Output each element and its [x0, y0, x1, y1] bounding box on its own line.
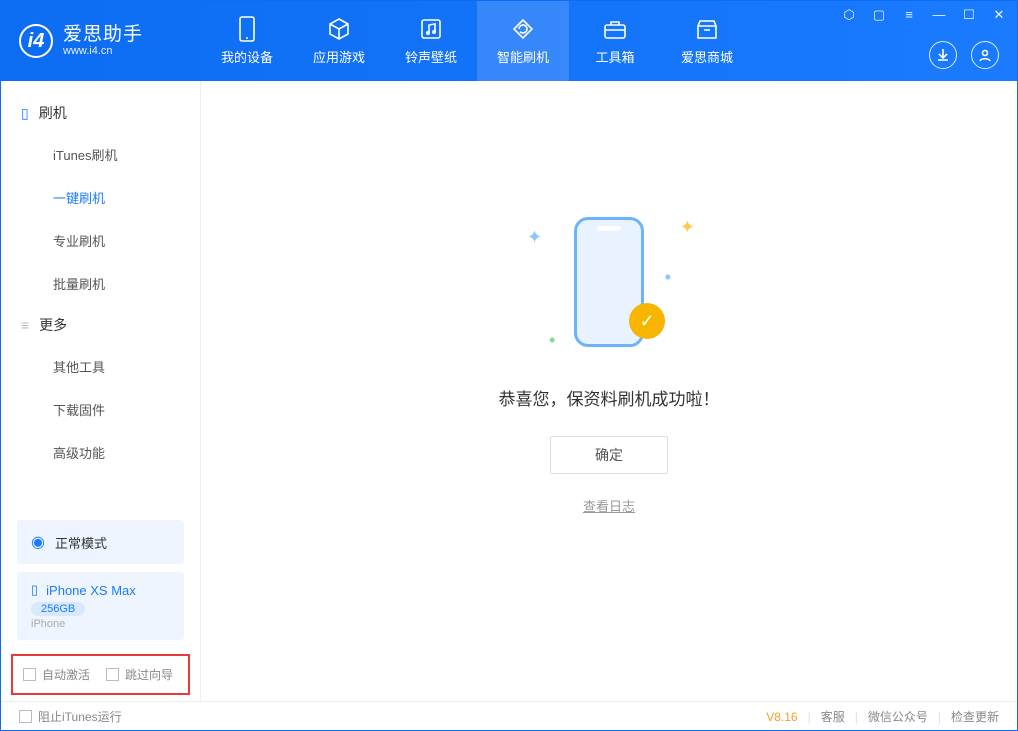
nav-my-device[interactable]: 我的设备 [201, 1, 293, 81]
sidebar-item-pro-flash[interactable]: 专业刷机 [1, 219, 200, 262]
window-controls: ⬡ ▢ ≡ — ☐ ✕ [841, 7, 1007, 23]
nav-label: 我的设备 [221, 47, 273, 66]
app-logo: i4 爱思助手 www.i4.cn [1, 24, 201, 58]
view-log-link[interactable]: 查看日志 [583, 496, 635, 515]
nav-label: 工具箱 [595, 47, 634, 66]
device-icon: ▯ [31, 582, 38, 598]
toolbox-icon [603, 17, 627, 41]
nav-toolbox[interactable]: 工具箱 [569, 1, 661, 81]
status-link-wechat[interactable]: 微信公众号 [868, 708, 928, 725]
success-message: 恭喜您，保资料刷机成功啦！ [499, 385, 720, 410]
sidebar-item-oneclick-flash[interactable]: 一键刷机 [1, 176, 200, 219]
main-content: ✦ ✦ • • ✓ 恭喜您，保资料刷机成功啦！ 确定 查看日志 [201, 81, 1017, 701]
sidebar-item-itunes-flash[interactable]: iTunes刷机 [1, 133, 200, 176]
version-label: V8.16 [766, 710, 797, 724]
header-actions [929, 41, 999, 69]
sparkle-icon: ✦ [527, 227, 542, 248]
checkbox-skip-guide[interactable]: 跳过向导 [106, 666, 173, 683]
sparkle-icon: ✦ [680, 217, 695, 238]
nav-label: 爱思商城 [681, 47, 733, 66]
sidebar-item-batch-flash[interactable]: 批量刷机 [1, 262, 200, 305]
sidebar-item-other-tools[interactable]: 其他工具 [1, 345, 200, 388]
cube-icon [327, 17, 351, 41]
download-button[interactable] [929, 41, 957, 69]
minimize-button[interactable]: — [931, 7, 947, 23]
group-label: 刷机 [39, 103, 67, 123]
sidebar-group-flash: ▯ 刷机 [1, 93, 200, 133]
nav-store[interactable]: 爱思商城 [661, 1, 753, 81]
nav-label: 铃声壁纸 [405, 47, 457, 66]
sparkle-icon: • [549, 330, 555, 351]
app-header: i4 爱思助手 www.i4.cn 我的设备 应用游戏 铃声壁纸 智能刷机 工具… [1, 1, 1017, 81]
app-name: 爱思助手 [63, 25, 143, 46]
device-name: iPhone XS Max [46, 583, 136, 598]
app-body: ▯ 刷机 iTunes刷机 一键刷机 专业刷机 批量刷机 ≡ 更多 其他工具 下… [1, 81, 1017, 701]
nav-apps-games[interactable]: 应用游戏 [293, 1, 385, 81]
nav-label: 应用游戏 [313, 47, 365, 66]
sidebar: ▯ 刷机 iTunes刷机 一键刷机 专业刷机 批量刷机 ≡ 更多 其他工具 下… [1, 81, 201, 701]
logo-icon: i4 [19, 24, 53, 58]
list-icon: ≡ [21, 317, 29, 333]
feedback-icon[interactable]: ▢ [871, 7, 887, 23]
nav-label: 智能刷机 [497, 47, 549, 66]
status-link-support[interactable]: 客服 [821, 708, 845, 725]
checkbox-block-itunes[interactable]: 阻止iTunes运行 [19, 708, 122, 725]
device-type: iPhone [31, 618, 170, 630]
device-icon [235, 17, 259, 41]
sparkle-icon: • [665, 267, 671, 288]
status-bar: 阻止iTunes运行 V8.16 | 客服 | 微信公众号 | 检查更新 [1, 701, 1017, 731]
sidebar-item-advanced[interactable]: 高级功能 [1, 431, 200, 474]
success-illustration: ✦ ✦ • • ✓ [509, 207, 709, 357]
device-mode-card[interactable]: ◉ 正常模式 [17, 520, 184, 564]
device-card[interactable]: ▯ iPhone XS Max 256GB iPhone [17, 572, 184, 640]
sidebar-item-download-firmware[interactable]: 下载固件 [1, 388, 200, 431]
check-badge-icon: ✓ [629, 303, 665, 339]
top-nav: 我的设备 应用游戏 铃声壁纸 智能刷机 工具箱 爱思商城 [201, 1, 753, 81]
maximize-button[interactable]: ☐ [961, 7, 977, 23]
app-url: www.i4.cn [63, 45, 143, 57]
flash-options-row: 自动激活 跳过向导 [11, 654, 190, 695]
skin-icon[interactable]: ⬡ [841, 7, 857, 23]
refresh-icon [511, 17, 535, 41]
nav-ringtone-wallpaper[interactable]: 铃声壁纸 [385, 1, 477, 81]
status-link-update[interactable]: 检查更新 [951, 708, 999, 725]
sidebar-group-more: ≡ 更多 [1, 305, 200, 345]
mode-icon: ◉ [31, 532, 45, 552]
close-button[interactable]: ✕ [991, 7, 1007, 23]
checkbox-auto-activate[interactable]: 自动激活 [23, 666, 90, 683]
store-icon [695, 17, 719, 41]
group-label: 更多 [39, 315, 67, 335]
music-note-icon [419, 17, 443, 41]
mode-label: 正常模式 [55, 533, 107, 552]
account-button[interactable] [971, 41, 999, 69]
device-capacity: 256GB [31, 602, 85, 616]
menu-icon[interactable]: ≡ [901, 7, 917, 23]
ok-button[interactable]: 确定 [550, 436, 668, 474]
nav-smart-flash[interactable]: 智能刷机 [477, 1, 569, 81]
phone-outline-icon: ▯ [21, 105, 29, 122]
